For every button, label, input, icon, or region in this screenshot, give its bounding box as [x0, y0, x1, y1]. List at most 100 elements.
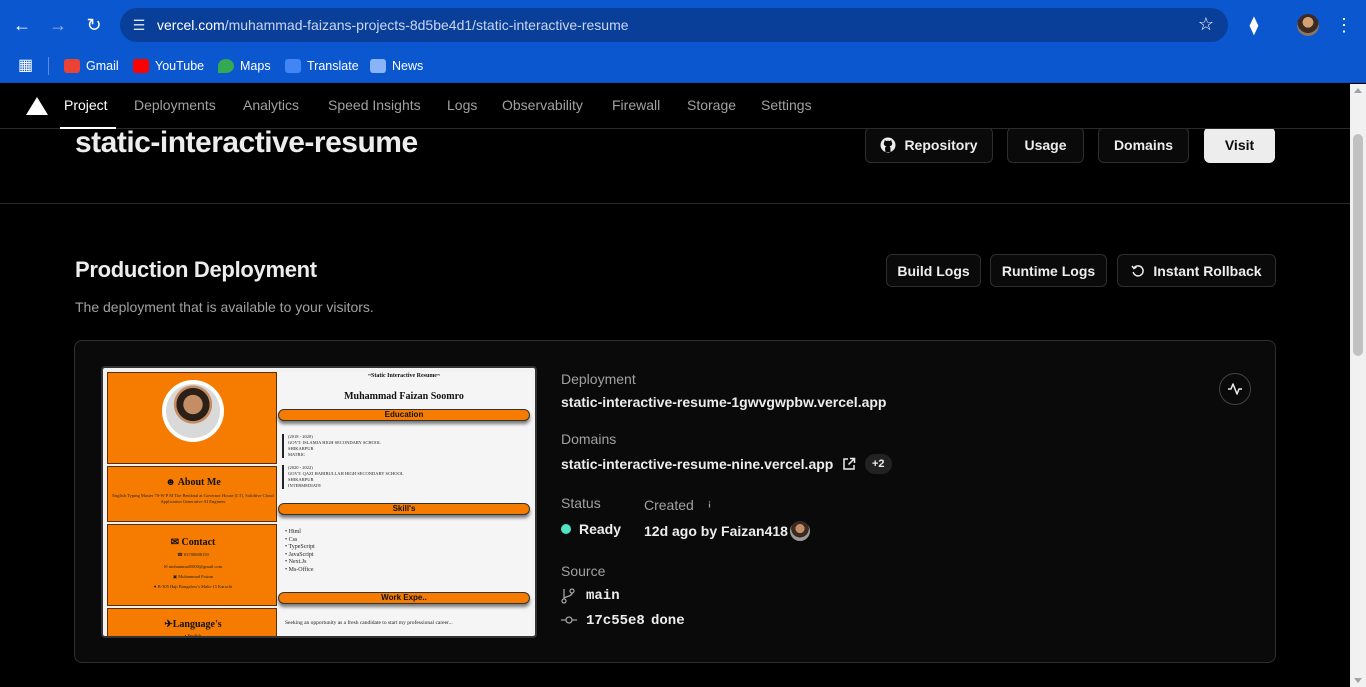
- build-logs-label: Build Logs: [897, 262, 970, 279]
- url-host: vercel.com: [157, 17, 225, 33]
- build-logs-button[interactable]: Build Logs: [886, 254, 981, 287]
- runtime-logs-button[interactable]: Runtime Logs: [990, 254, 1107, 287]
- site-settings-icon[interactable]: ☰: [130, 16, 148, 34]
- deployment-url[interactable]: static-interactive-resume-1gwvgwpbw.verc…: [561, 394, 886, 410]
- bookmark-gmail[interactable]: Gmail: [64, 55, 119, 77]
- tab-settings[interactable]: Settings: [761, 97, 812, 113]
- skill-item: • JavaScript: [285, 551, 314, 558]
- skill-item: • Ms-Office: [285, 566, 314, 573]
- education-bar: Education: [278, 409, 530, 421]
- vercel-page: Project Deployments Analytics Speed Insi…: [0, 84, 1350, 687]
- contact-address-text: B-305 Haji Bungalow's Malir-15 Karachi: [157, 584, 233, 589]
- status-label: Status: [561, 495, 601, 511]
- section-subtitle: The deployment that is available to your…: [75, 299, 374, 315]
- preview-name: Muhammad Faizan Soomro: [344, 391, 464, 402]
- apps-grid-icon[interactable]: ▦: [18, 58, 34, 74]
- preview-sidebar: ☻ About Me English Typing Master 70-W P …: [107, 372, 277, 638]
- language-heading: ✈Language's: [164, 619, 222, 630]
- tab-analytics[interactable]: Analytics: [243, 97, 299, 113]
- domain-count-badge[interactable]: +2: [865, 454, 892, 474]
- page-title: static-interactive-resume: [75, 126, 418, 159]
- bookmark-label: Translate: [307, 59, 359, 73]
- tab-firewall[interactable]: Firewall: [612, 97, 660, 113]
- deployment-preview[interactable]: ☻ About Me English Typing Master 70-W P …: [101, 366, 537, 638]
- instant-rollback-label: Instant Rollback: [1153, 262, 1262, 279]
- skill-text: Next.Js: [288, 559, 307, 565]
- back-icon[interactable]: ←: [9, 12, 35, 38]
- skills-list: • Html • Css • TypeScript • JavaScript •…: [285, 529, 315, 574]
- education-entry-1: (2018 - 2020) GOVT: ISLAMIA HIGH SECONDA…: [282, 434, 522, 458]
- repository-label: Repository: [904, 137, 978, 153]
- status-dot: [561, 524, 571, 534]
- about-heading-text: About Me: [177, 477, 221, 488]
- repository-button[interactable]: Repository: [865, 127, 993, 163]
- domains-button[interactable]: Domains: [1098, 127, 1189, 163]
- instant-rollback-button[interactable]: Instant Rollback: [1117, 254, 1276, 287]
- info-icon[interactable]: [704, 499, 715, 510]
- edu-1-level: MATRIC: [288, 452, 306, 457]
- language-item-text: English: [187, 633, 202, 638]
- deployment-label: Deployment: [561, 371, 636, 387]
- contact-email: ✉ muhammad5000@gmail.com: [163, 564, 223, 569]
- skill-item: • Css: [285, 536, 298, 543]
- scroll-down-arrow-icon[interactable]: [1354, 678, 1362, 683]
- skill-item: • Next.Js: [285, 559, 307, 565]
- vercel-logo-icon[interactable]: [26, 97, 48, 115]
- edu-2-level: INTERMEDIATE: [288, 483, 321, 488]
- preview-language-box: ✈Language's • English: [107, 608, 277, 638]
- bookmark-star-icon[interactable]: ☆: [1198, 14, 1214, 35]
- preview-photo-box: [107, 372, 277, 464]
- bookmark-youtube[interactable]: YouTube: [133, 55, 204, 77]
- forward-icon[interactable]: →: [45, 12, 71, 38]
- url-path: /muhammad-faizans-projects-8d5be4d1/stat…: [224, 17, 629, 33]
- skill-text: JavaScript: [288, 551, 314, 558]
- tab-logs[interactable]: Logs: [447, 97, 477, 113]
- url-text: vercel.com/muhammad-faizans-projects-8d5…: [157, 17, 629, 33]
- domains-label: Domains: [1113, 137, 1174, 153]
- bookmark-news[interactable]: News: [370, 55, 423, 77]
- work-text: Seeking an opportunity as a fresh candid…: [285, 620, 453, 626]
- tab-deployments[interactable]: Deployments: [134, 97, 216, 113]
- skill-text: Ms-Office: [288, 566, 314, 573]
- external-link-icon[interactable]: [842, 457, 856, 471]
- skill-text: Html: [288, 529, 301, 535]
- bookmark-label: News: [392, 59, 424, 73]
- visit-label: Visit: [1224, 137, 1255, 153]
- status-value: Ready: [579, 521, 622, 537]
- maps-icon: [218, 59, 234, 73]
- bookmarks-bar: ▦ Gmail YouTube Maps Translate News: [0, 50, 1366, 83]
- gmail-icon: [64, 59, 80, 73]
- commit-hash[interactable]: 17c55e8: [586, 613, 645, 629]
- tab-project[interactable]: Project: [64, 97, 108, 113]
- bookmark-maps[interactable]: Maps: [218, 55, 271, 77]
- page-scrollbar[interactable]: [1350, 84, 1366, 687]
- address-bar[interactable]: ☰ vercel.com/muhammad-faizans-projects-8…: [120, 8, 1228, 42]
- creator-avatar[interactable]: [790, 521, 810, 541]
- language-heading-text: Language's: [172, 619, 222, 630]
- tab-speed-insights[interactable]: Speed Insights: [328, 97, 421, 113]
- contact-name-text: Muhammad Faizan: [178, 574, 214, 579]
- bookmarks-divider: [48, 57, 49, 75]
- profile-photo: [162, 380, 224, 442]
- visit-button[interactable]: Visit: [1204, 127, 1275, 163]
- branch-name[interactable]: main: [586, 588, 620, 604]
- work-bar: Work Expe..: [278, 592, 530, 604]
- domain-url[interactable]: static-interactive-resume-nine.vercel.ap…: [561, 456, 833, 472]
- activity-pulse-icon: [1228, 383, 1242, 395]
- reload-icon[interactable]: ↻: [81, 12, 107, 38]
- tab-observability[interactable]: Observability: [502, 97, 583, 113]
- scrollbar-thumb[interactable]: [1353, 134, 1363, 356]
- menu-kebab-icon[interactable]: ⋮: [1331, 12, 1357, 38]
- bookmark-translate[interactable]: Translate: [285, 55, 359, 77]
- scroll-up-arrow-icon[interactable]: [1354, 88, 1362, 93]
- extensions-icon[interactable]: ⧫: [1241, 12, 1267, 38]
- usage-button[interactable]: Usage: [1007, 127, 1084, 163]
- skill-text: Css: [288, 536, 298, 543]
- activity-button[interactable]: [1219, 373, 1251, 405]
- git-commit-icon: [561, 616, 577, 624]
- rollback-icon: [1131, 264, 1145, 277]
- commit-message: done: [651, 613, 685, 629]
- tab-storage[interactable]: Storage: [687, 97, 736, 113]
- source-label: Source: [561, 563, 606, 579]
- profile-avatar[interactable]: [1297, 14, 1319, 36]
